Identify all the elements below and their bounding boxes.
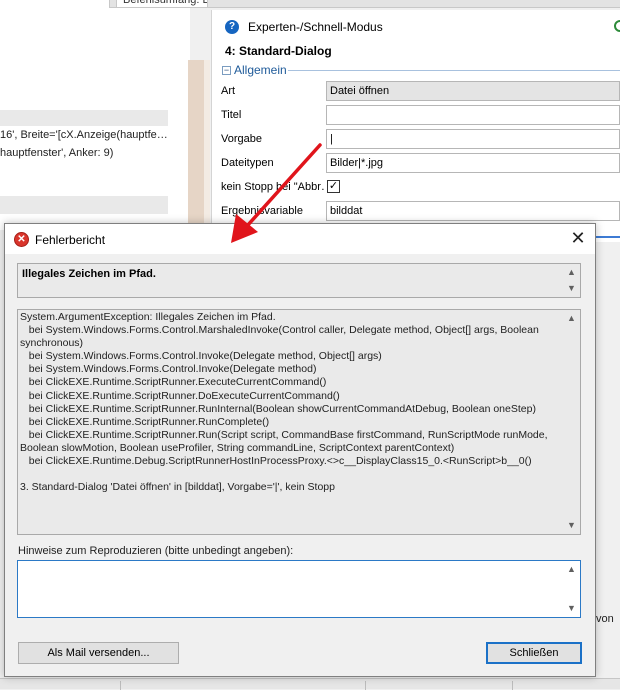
collapse-icon[interactable]: − <box>222 66 231 75</box>
prop-label-kein-stopp: kein Stopp bei "Abbr… <box>221 181 325 193</box>
editor-margin <box>188 60 204 230</box>
command-scope-tab[interactable]: Befehlsumfang: Experte <box>116 0 208 8</box>
scroll-down-icon[interactable]: ▼ <box>563 600 580 617</box>
details-scrollbar[interactable]: ▲ ▼ <box>563 310 580 534</box>
stack-trace-line <box>20 468 558 481</box>
error-message: Illegales Zeichen im Pfad. <box>22 268 156 280</box>
scroll-down-icon[interactable]: ▼ <box>563 517 580 534</box>
prop-label-art: Art <box>221 85 236 97</box>
status-bar <box>0 678 620 690</box>
prop-label-ergebnisvariable: Ergebnisvariable <box>221 205 303 217</box>
repro-scrollbar[interactable]: ▲ ▼ <box>563 561 580 617</box>
panel-accent-line <box>594 236 620 238</box>
stack-trace-line: bei ClickEXE.Runtime.Debug.ScriptRunnerH… <box>20 455 532 468</box>
editor-highlight-line <box>0 110 168 126</box>
scroll-up-icon[interactable]: ▲ <box>563 310 580 327</box>
stack-trace-line: bei ClickEXE.Runtime.ScriptRunner.DoExec… <box>20 389 340 402</box>
section-general[interactable]: Allgemein <box>234 63 287 77</box>
top-tab-left[interactable] <box>0 0 110 8</box>
status-ok-icon <box>614 20 620 32</box>
dialog-titlebar[interactable]: ✕ Fehlerbericht ✕ <box>5 224 595 254</box>
scroll-down-icon[interactable]: ▼ <box>563 280 580 297</box>
close-button[interactable]: ✕ <box>561 224 595 254</box>
error-details-box[interactable]: System.ArgumentException: Illegales Zeic… <box>17 309 581 535</box>
stack-trace-line: synchronous) <box>20 337 84 350</box>
error-report-dialog: ✕ Fehlerbericht ✕ Illegales Zeichen im P… <box>4 223 596 677</box>
stack-trace: System.ArgumentException: Illegales Zeic… <box>20 311 558 494</box>
background-text-fragment: von <box>596 613 614 625</box>
prop-label-titel: Titel <box>221 109 242 121</box>
close-dialog-button[interactable]: Schließen <box>486 642 582 664</box>
prop-value-titel[interactable] <box>326 105 620 125</box>
repro-notes-input[interactable] <box>19 562 563 616</box>
prop-label-vorgabe: Vorgabe <box>221 133 262 145</box>
section-divider <box>288 70 620 71</box>
stack-trace-line: bei System.Windows.Forms.Control.Marshal… <box>20 324 539 337</box>
dialog-title: Fehlerbericht <box>35 233 106 247</box>
stack-trace-line: Boolean slowMotion, Boolean useProfiler,… <box>20 441 455 454</box>
stack-trace-line: bei ClickEXE.Runtime.ScriptRunner.Run(Sc… <box>20 428 548 441</box>
scroll-up-icon[interactable]: ▲ <box>563 561 580 578</box>
stack-trace-line: bei ClickEXE.Runtime.ScriptRunner.RunInt… <box>20 402 536 415</box>
prop-value-ergebnisvariable[interactable]: bilddat <box>326 201 620 221</box>
stack-trace-line: System.ArgumentException: Illegales Zeic… <box>20 311 276 323</box>
stack-trace-line: bei ClickEXE.Runtime.ScriptRunner.Execut… <box>20 376 327 389</box>
error-message-box[interactable]: Illegales Zeichen im Pfad. ▲ ▼ <box>17 263 581 298</box>
repro-notes-box[interactable]: ▲ ▼ <box>17 560 581 618</box>
scroll-up-icon[interactable]: ▲ <box>563 264 580 281</box>
stack-trace-line: bei ClickEXE.Runtime.ScriptRunner.RunCom… <box>20 415 270 428</box>
help-icon[interactable]: ? <box>225 20 239 34</box>
stack-trace-line: bei System.Windows.Forms.Control.Invoke(… <box>20 363 317 376</box>
editor-highlight-line <box>0 196 168 214</box>
mode-label[interactable]: Experten-/Schnell-Modus <box>248 20 383 34</box>
prop-label-dateitypen: Dateitypen <box>221 157 274 169</box>
stack-trace-line: bei System.Windows.Forms.Control.Invoke(… <box>20 350 382 363</box>
editor-margin-light <box>204 60 210 230</box>
error-icon: ✕ <box>14 232 29 247</box>
dialog-footer: Als Mail versenden... Schließen <box>5 628 595 676</box>
code-line: 16', Breite='[cX.Anzeige(hauptfe… <box>0 129 168 141</box>
prop-value-art[interactable]: Datei öffnen <box>326 81 620 101</box>
message-scrollbar[interactable]: ▲ ▼ <box>563 264 580 297</box>
command-title: 4: Standard-Dialog <box>225 44 332 58</box>
repro-label: Hinweise zum Reproduzieren (bitte unbedi… <box>18 545 294 557</box>
prop-value-dateitypen[interactable]: Bilder|*.jpg <box>326 153 620 173</box>
stack-trace-line: 3. Standard-Dialog 'Datei öffnen' in [bi… <box>20 481 335 494</box>
kein-stopp-checkbox[interactable]: ✓ <box>327 180 340 193</box>
send-mail-button[interactable]: Als Mail versenden... <box>18 642 179 664</box>
code-line: hauptfenster', Anker: 9) <box>0 147 114 159</box>
prop-value-vorgabe[interactable]: | <box>326 129 620 149</box>
